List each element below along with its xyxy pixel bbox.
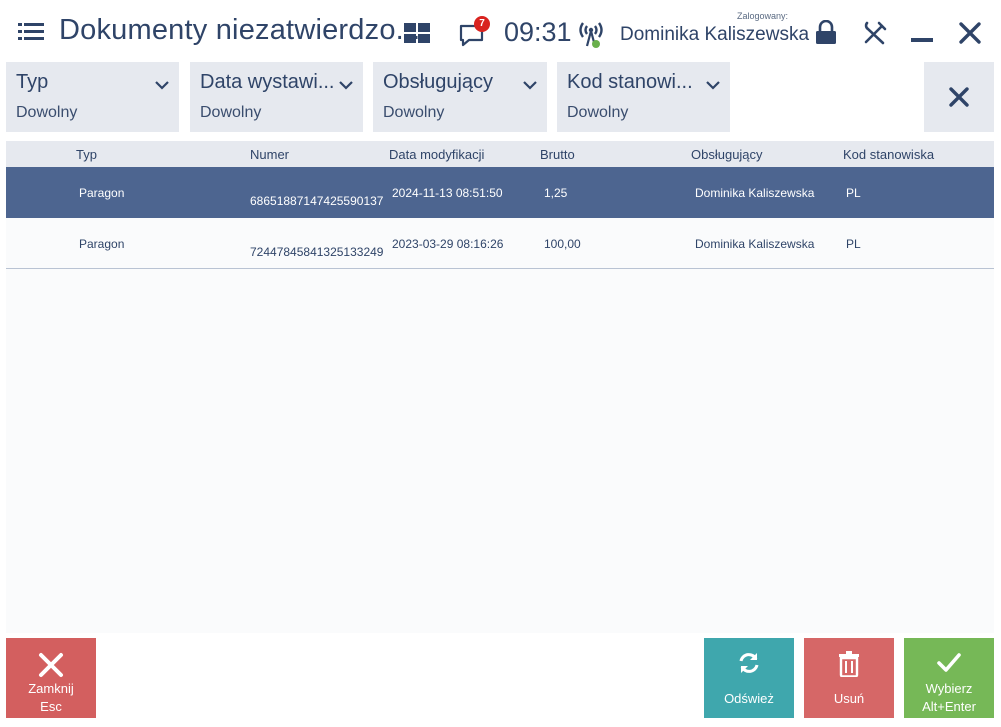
- checkmark-icon: [937, 653, 961, 672]
- cell-obslugujacy: Dominika Kaliszewska: [695, 186, 815, 200]
- refresh-icon: [739, 653, 759, 673]
- chevron-down-icon: [155, 81, 169, 90]
- close-button-shortcut: Esc: [40, 699, 62, 714]
- column-header-kod-stanowiska[interactable]: Kod stanowiska: [843, 147, 934, 162]
- clear-filters-button[interactable]: [924, 62, 994, 132]
- close-button[interactable]: Zamknij Esc: [6, 638, 96, 718]
- page-title: Dokumenty niezatwierdzo...: [59, 14, 421, 46]
- cell-numer: 72447845841325133249: [250, 245, 384, 259]
- table-header: Typ Numer Data modyfikacji Brutto Obsług…: [6, 141, 994, 167]
- tools-icon[interactable]: [862, 20, 888, 46]
- close-icon: [949, 87, 969, 107]
- delete-button[interactable]: Usuń: [804, 638, 894, 718]
- column-header-obslugujacy[interactable]: Obsługujący: [691, 147, 763, 162]
- table-row[interactable]: Paragon 68651887147425590137 2024-11-13 …: [6, 167, 994, 218]
- tiles-icon[interactable]: [404, 23, 430, 43]
- select-button[interactable]: Wybierz Alt+Enter: [904, 638, 994, 718]
- cell-kod-stanowiska: PL: [846, 237, 861, 251]
- filter-value: Dowolny: [200, 104, 262, 121]
- column-header-brutto[interactable]: Brutto: [540, 147, 575, 162]
- filter-label: Kod stanowi...: [567, 71, 693, 93]
- trash-icon: [839, 651, 859, 677]
- cell-numer: 68651887147425590137: [250, 194, 384, 208]
- cell-data-modyfikacji: 2024-11-13 08:51:50: [392, 186, 503, 200]
- filter-kod-stanowiska[interactable]: Kod stanowi... Dowolny: [557, 62, 730, 132]
- filter-label: Data wystawi...: [200, 71, 335, 93]
- delete-button-label: Usuń: [833, 691, 865, 706]
- cell-kod-stanowiska: PL: [846, 186, 861, 200]
- filter-typ[interactable]: Typ Dowolny: [6, 62, 179, 132]
- logged-in-label: Zalogowany:: [737, 11, 789, 21]
- filter-label: Typ: [16, 71, 49, 93]
- hamburger-menu-icon[interactable]: [18, 22, 44, 42]
- header-bar: Dokumenty niezatwierdzo... 7 09:31 Zalog…: [0, 0, 1001, 62]
- chevron-down-icon: [339, 81, 353, 90]
- close-button-label: Zamknij: [28, 681, 74, 696]
- notification-badge: 7: [474, 16, 490, 32]
- documents-table: Typ Numer Data modyfikacji Brutto Obsług…: [6, 141, 994, 633]
- select-button-label: Wybierz: [925, 681, 973, 696]
- cell-brutto: 100,00: [544, 237, 581, 251]
- filter-value: Dowolny: [567, 104, 629, 121]
- filter-obslugujacy[interactable]: Obsługujący Dowolny: [373, 62, 547, 132]
- refresh-button[interactable]: Odśwież: [704, 638, 794, 718]
- filter-value: Dowolny: [383, 104, 445, 121]
- cell-data-modyfikacji: 2023-03-29 08:16:26: [392, 237, 504, 251]
- filter-data-wystawienia[interactable]: Data wystawi... Dowolny: [190, 62, 363, 132]
- close-icon: [39, 653, 63, 677]
- close-icon[interactable]: [958, 21, 982, 45]
- filter-label: Obsługujący: [383, 71, 494, 93]
- antenna-icon: [576, 19, 606, 49]
- chevron-down-icon: [706, 81, 720, 90]
- table-row[interactable]: Paragon 72447845841325133249 2023-03-29 …: [6, 218, 994, 269]
- cell-obslugujacy: Dominika Kaliszewska: [695, 237, 815, 251]
- minimize-icon[interactable]: [911, 38, 933, 42]
- user-name: Dominika Kaliszewska: [620, 24, 810, 45]
- lock-icon[interactable]: [814, 19, 838, 46]
- column-header-numer[interactable]: Numer: [250, 147, 289, 162]
- column-header-data-modyfikacji[interactable]: Data modyfikacji: [389, 147, 484, 162]
- refresh-button-label: Odśwież: [724, 691, 774, 706]
- cell-typ: Paragon: [79, 237, 125, 251]
- column-header-typ[interactable]: Typ: [76, 147, 97, 162]
- filter-value: Dowolny: [16, 104, 78, 121]
- select-button-shortcut: Alt+Enter: [922, 699, 976, 714]
- chevron-down-icon: [523, 81, 537, 90]
- cell-brutto: 1,25: [544, 186, 568, 200]
- clock: 09:31: [504, 17, 572, 47]
- cell-typ: Paragon: [79, 186, 125, 200]
